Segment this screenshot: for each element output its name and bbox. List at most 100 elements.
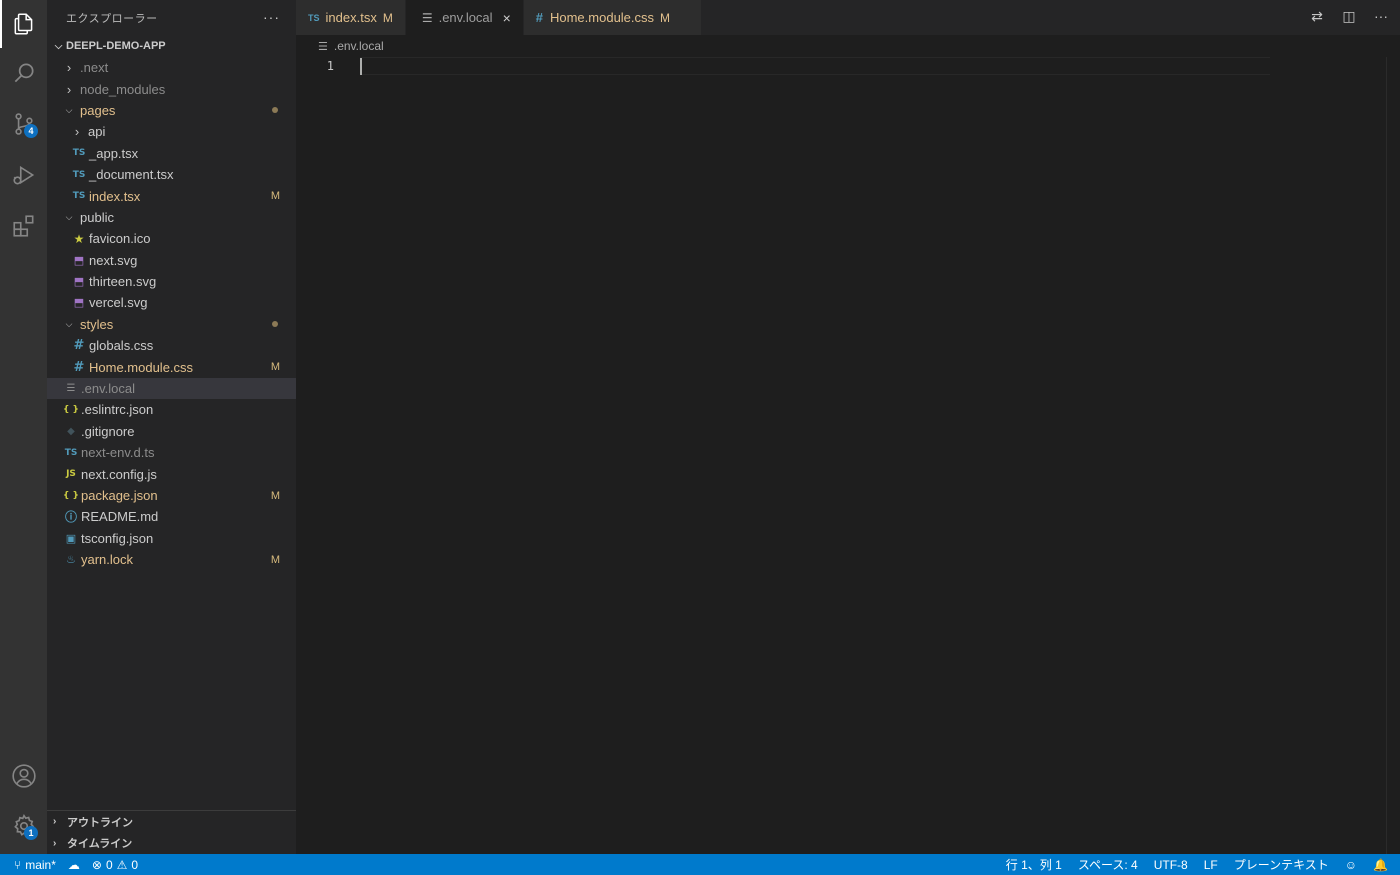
tree-item-label: thirteen.svg xyxy=(89,274,157,290)
file-item[interactable]: ⬒ next.svg xyxy=(47,250,296,271)
git-status-badge: M xyxy=(270,361,280,374)
source-control-icon[interactable]: 4 xyxy=(0,100,47,148)
encoding[interactable]: UTF-8 xyxy=(1154,858,1188,872)
problems-indicator[interactable]: ⊗ 0 ⚠ 0 xyxy=(92,858,138,872)
workspace-root[interactable]: ⌵ DEEPL-DEMO-APP xyxy=(47,35,296,57)
tree-item-label: README.md xyxy=(81,509,159,525)
warning-count: 0 xyxy=(131,857,139,872)
css-icon: # xyxy=(73,359,85,375)
file-item[interactable]: ▣ tsconfig.json xyxy=(47,528,296,549)
svg-icon: ⬒ xyxy=(73,253,85,267)
error-icon: ⊗ xyxy=(91,857,102,872)
end-of-line[interactable]: LF xyxy=(1204,858,1218,872)
search-icon[interactable] xyxy=(0,49,47,97)
open-changes-icon[interactable]: ⇄ xyxy=(1308,8,1326,25)
tree-item-label: globals.css xyxy=(89,338,154,354)
file-item[interactable]: { } .eslintrc.json xyxy=(47,399,296,420)
breadcrumb-file[interactable]: .env.local xyxy=(334,39,384,53)
file-item[interactable]: ♨ yarn.lock M xyxy=(47,549,296,570)
file-item[interactable]: TS index.tsx M xyxy=(47,185,296,206)
tree-item-label: Home.module.css xyxy=(89,359,194,375)
extensions-icon[interactable] xyxy=(0,202,47,250)
folder-item[interactable]: › api xyxy=(47,121,296,142)
git-status-badge: M xyxy=(270,553,280,566)
tree-item-label: public xyxy=(80,209,114,225)
tab-index-tsx[interactable]: TS index.tsx M xyxy=(296,0,406,35)
git-icon: ◆ xyxy=(67,425,75,437)
tree-item-label: next-env.d.ts xyxy=(81,445,155,461)
folder-item[interactable]: ⌵ public xyxy=(47,207,296,228)
tab-home-module-css[interactable]: # Home.module.css M xyxy=(523,0,702,35)
manage-badge: 1 xyxy=(24,826,38,840)
json-icon: { } xyxy=(63,404,79,415)
sync-button[interactable]: ☁ xyxy=(68,858,80,872)
outline-panel[interactable]: › アウトライン xyxy=(47,811,296,833)
current-line-highlight xyxy=(360,57,1270,75)
tree-item-label: .next xyxy=(80,60,109,76)
tree-item-label: pages xyxy=(80,102,116,118)
css-icon: # xyxy=(73,338,85,354)
tree-item-label: node_modules xyxy=(80,81,166,97)
gear-icon[interactable]: 1 xyxy=(0,802,47,850)
more-actions-icon[interactable]: ··· xyxy=(263,9,280,25)
folder-item[interactable]: ⌵ styles xyxy=(47,314,296,335)
file-item[interactable]: ◆ .gitignore xyxy=(47,421,296,442)
warning-icon: ⚠ xyxy=(116,857,128,872)
svg-icon: ⬒ xyxy=(73,275,85,289)
folder-item[interactable]: ⌵ pages xyxy=(47,100,296,121)
line-number: 1 xyxy=(326,59,334,73)
text-file-icon: ☰ xyxy=(66,383,76,395)
tree-item-label: yarn.lock xyxy=(81,552,134,568)
split-editor-icon[interactable]: ◫ xyxy=(1340,8,1358,25)
explorer-icon[interactable] xyxy=(0,0,47,48)
typescript-icon: TS xyxy=(72,148,86,159)
language-mode[interactable]: プレーンテキスト xyxy=(1234,856,1329,873)
outline-label: アウトライン xyxy=(67,816,133,829)
yarn-icon: ♨ xyxy=(66,553,76,567)
file-item[interactable]: # Home.module.css M xyxy=(47,356,296,377)
file-item[interactable]: ⬒ vercel.svg xyxy=(47,292,296,313)
json-icon: { } xyxy=(63,490,79,501)
chevron-down-icon: ⌵ xyxy=(65,211,73,222)
file-item[interactable]: ⬒ thirteen.svg xyxy=(47,271,296,292)
indentation[interactable]: スペース: 4 xyxy=(1078,856,1138,873)
bell-icon[interactable]: 🔔 xyxy=(1373,858,1388,872)
feedback-icon[interactable]: ☺ xyxy=(1345,858,1357,872)
file-item[interactable]: { } package.json M xyxy=(47,485,296,506)
chevron-right-icon: › xyxy=(74,124,80,140)
tab-label: .env.local xyxy=(438,10,493,25)
tree-item-label: _app.tsx xyxy=(89,145,139,161)
javascript-icon: JS xyxy=(66,469,76,480)
modified-indicator: M xyxy=(660,10,671,25)
file-item[interactable]: # globals.css xyxy=(47,335,296,356)
file-item[interactable]: ☰ .env.local xyxy=(47,377,296,400)
cursor-position[interactable]: 行 1、列 1 xyxy=(1006,856,1062,873)
tree-item-label: vercel.svg xyxy=(89,295,148,311)
tree-item-label: next.svg xyxy=(89,252,138,268)
folder-item[interactable]: › .next xyxy=(47,57,296,78)
file-item[interactable]: JS next.config.js xyxy=(47,463,296,484)
css-icon: # xyxy=(535,10,543,25)
breadcrumb[interactable]: ☰ .env.local xyxy=(296,35,1400,57)
file-item[interactable]: ⓘ README.md xyxy=(47,506,296,527)
folder-item[interactable]: › node_modules xyxy=(47,78,296,99)
account-icon[interactable] xyxy=(0,752,47,800)
timeline-panel[interactable]: › タイムライン xyxy=(47,833,296,855)
branch-name: main* xyxy=(25,857,56,872)
file-item[interactable]: TS _app.tsx xyxy=(47,143,296,164)
vertical-scrollbar[interactable] xyxy=(1386,57,1400,854)
tree-item-label: api xyxy=(88,124,106,140)
tree-item-label: .eslintrc.json xyxy=(81,402,154,418)
typescript-icon: TS xyxy=(64,447,78,458)
file-item[interactable]: TS next-env.d.ts xyxy=(47,442,296,463)
more-actions-icon[interactable]: ··· xyxy=(1372,8,1390,25)
branch-indicator[interactable]: ⑂ main* xyxy=(14,858,56,872)
file-item[interactable]: TS _document.tsx xyxy=(47,164,296,185)
chevron-right-icon: › xyxy=(53,837,57,849)
code-editor[interactable]: 1 xyxy=(296,57,1400,77)
tab-env-local[interactable]: ☰ .env.local × xyxy=(405,0,524,35)
file-item[interactable]: ★ favicon.ico xyxy=(47,228,296,249)
error-count: 0 xyxy=(105,857,113,872)
close-icon[interactable]: × xyxy=(503,10,511,26)
run-debug-icon[interactable] xyxy=(0,151,47,199)
